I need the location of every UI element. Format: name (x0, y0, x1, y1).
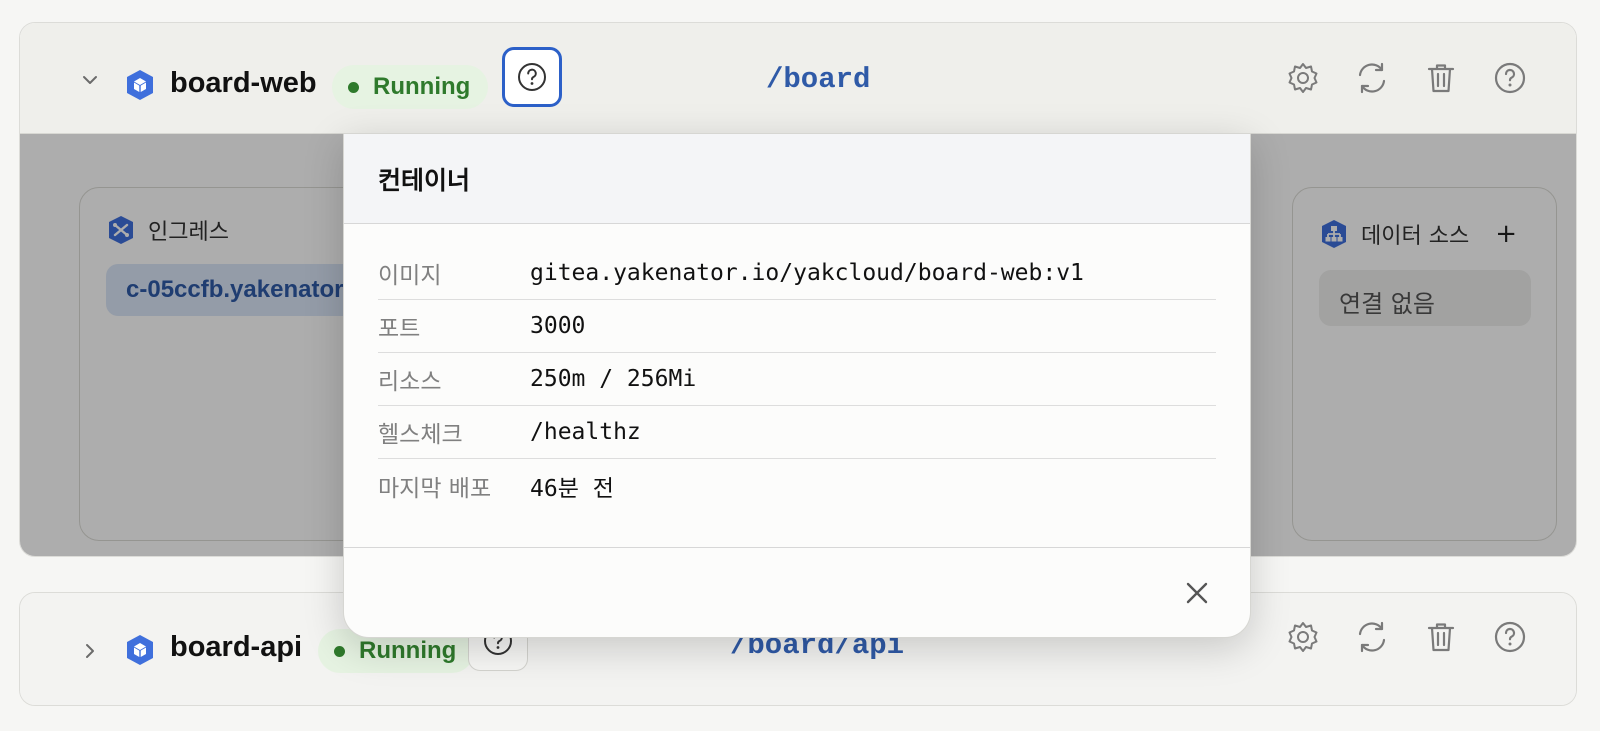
info-key: 리소스 (378, 369, 442, 395)
action-group (1285, 619, 1528, 655)
close-icon[interactable] (1182, 578, 1212, 608)
popover-footer (344, 547, 1250, 637)
info-value: 3000 (530, 313, 586, 339)
info-row-port: 포트 3000 (378, 300, 1216, 353)
route-path: /board (766, 63, 871, 96)
info-key: 이미지 (378, 263, 442, 289)
info-key: 포트 (378, 316, 421, 342)
question-circle-icon[interactable] (1492, 619, 1528, 655)
info-value: 46분 전 (530, 475, 614, 502)
info-key: 마지막 배포 (378, 475, 492, 502)
info-value: 250m / 256Mi (530, 366, 697, 392)
popover-title: 컨테이너 (378, 165, 471, 195)
action-group (1285, 60, 1528, 96)
refresh-icon[interactable] (1354, 60, 1390, 96)
gear-icon[interactable] (1285, 60, 1321, 96)
status-dot (334, 645, 345, 657)
info-row-image: 이미지 gitea.yakenator.io/yakcloud/board-we… (378, 247, 1216, 300)
popover-body: 이미지 gitea.yakenator.io/yakcloud/board-we… (344, 224, 1250, 512)
info-key: 헬스체크 (378, 422, 463, 448)
question-circle-icon (518, 63, 546, 91)
status-badge: Running (332, 65, 489, 109)
trash-icon[interactable] (1423, 60, 1459, 96)
container-popover: 컨테이너 이미지 gitea.yakenator.io/yakcloud/boa… (343, 133, 1251, 638)
service-name: board-web (170, 67, 317, 99)
info-row-last-deploy: 마지막 배포 46분 전 (378, 459, 1216, 512)
status-label: Running (373, 73, 471, 100)
info-value: gitea.yakenator.io/yakcloud/board-web:v1 (530, 260, 1084, 286)
cube-icon (127, 70, 153, 100)
status-dot (348, 81, 359, 93)
status-label: Running (359, 637, 457, 664)
cube-icon (127, 635, 153, 665)
question-circle-icon[interactable] (1492, 60, 1528, 96)
info-row-healthcheck: 헬스체크 /healthz (378, 406, 1216, 459)
chevron-down-icon[interactable] (82, 72, 98, 88)
info-row-resources: 리소스 250m / 256Mi (378, 353, 1216, 406)
info-value: /healthz (530, 419, 641, 445)
service-header[interactable]: board-web Running /board (20, 23, 1576, 134)
popover-header: 컨테이너 (344, 134, 1250, 224)
service-name: board-api (170, 631, 303, 663)
container-info-button[interactable] (502, 47, 562, 107)
chevron-right-icon[interactable] (82, 643, 98, 659)
gear-icon[interactable] (1285, 619, 1321, 655)
trash-icon[interactable] (1423, 619, 1459, 655)
refresh-icon[interactable] (1354, 619, 1390, 655)
